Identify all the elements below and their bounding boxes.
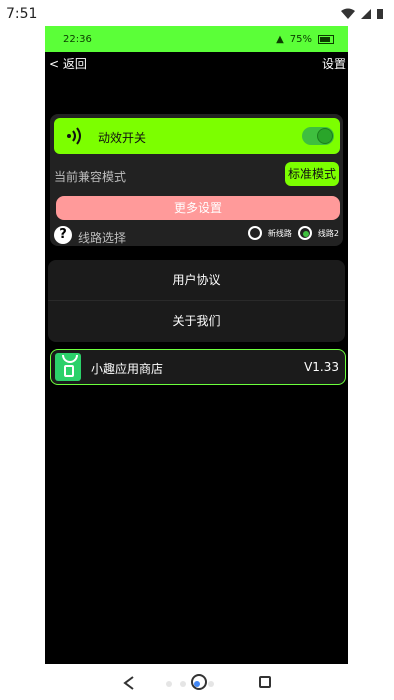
menu-list: 用户协议 关于我们 xyxy=(48,260,345,342)
system-time: 7:51 xyxy=(6,6,38,22)
system-navigation-bar xyxy=(0,664,394,700)
about-us-item[interactable]: 关于我们 xyxy=(48,301,345,341)
system-status-bar: 7:51 xyxy=(0,0,394,26)
page-dot xyxy=(180,681,186,687)
effect-toggle-label: 动效开关 xyxy=(98,131,147,145)
battery-percent: 75% xyxy=(289,34,312,45)
help-icon[interactable]: ? xyxy=(54,226,72,244)
app-store-card[interactable]: 小趣应用商店 V1.33 xyxy=(50,349,346,385)
compat-mode-label: 当前兼容模式 xyxy=(54,170,127,184)
top-navigation: < 返回 设置 xyxy=(45,52,348,72)
nav-back-icon[interactable] xyxy=(120,674,138,692)
signal-icon: ▲ xyxy=(276,34,284,45)
effect-toggle-row[interactable]: 动效开关 xyxy=(54,118,340,154)
nav-recent-icon[interactable] xyxy=(259,676,271,688)
settings-panel: 动效开关 当前兼容模式 标准模式 更多设置 ? 线路选择 新线路 线路2 xyxy=(50,114,343,246)
inner-status-icons: ▲ 75% xyxy=(276,34,334,45)
app-store-icon xyxy=(55,353,81,381)
system-icons xyxy=(340,5,384,24)
route-radio-group: 新线路 线路2 xyxy=(247,226,339,240)
user-agreement-item[interactable]: 用户协议 xyxy=(48,260,345,300)
app-screen: 22:36 ▲ 75% < 返回 设置 动效开关 当前兼容模式 标准模式 更多设… xyxy=(45,26,348,664)
compat-mode-button[interactable]: 标准模式 xyxy=(285,162,339,186)
route-radio-new[interactable] xyxy=(247,226,262,240)
app-store-name: 小趣应用商店 xyxy=(91,362,164,376)
route-selection-label: 线路选择 xyxy=(78,231,127,245)
page-dot xyxy=(166,681,172,687)
inner-status-bar: 22:36 ▲ 75% xyxy=(45,26,348,52)
settings-link[interactable]: 设置 xyxy=(322,55,346,72)
back-button[interactable]: < 返回 xyxy=(49,55,87,72)
battery-icon xyxy=(318,35,334,44)
wifi-icon xyxy=(340,5,356,24)
route-selection-row: ? 线路选择 新线路 线路2 xyxy=(50,224,343,248)
nav-home-icon[interactable] xyxy=(191,674,207,690)
more-settings-button[interactable]: 更多设置 xyxy=(56,196,340,220)
page-dot xyxy=(208,681,214,687)
signal-icon xyxy=(360,5,372,24)
battery-icon xyxy=(376,5,384,24)
compat-mode-row: 当前兼容模式 标准模式 xyxy=(50,160,343,188)
route-label-new: 新线路 xyxy=(267,228,292,238)
inner-time: 22:36 xyxy=(63,34,92,45)
sound-wave-icon xyxy=(66,126,84,146)
effect-toggle-switch[interactable] xyxy=(302,127,334,145)
route-radio-2[interactable] xyxy=(297,226,312,240)
route-label-2: 线路2 xyxy=(317,228,339,238)
app-version: V1.33 xyxy=(304,360,339,374)
